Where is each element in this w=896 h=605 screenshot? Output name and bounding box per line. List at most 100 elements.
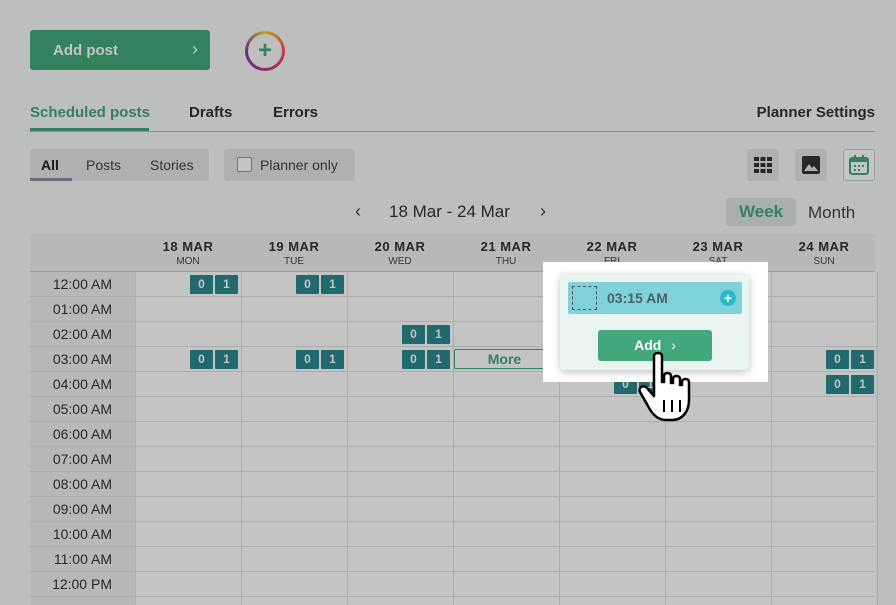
chevron-right-icon: ›	[671, 337, 676, 353]
day-header: 19 MAR TUE	[241, 234, 347, 272]
post-placeholder	[572, 286, 597, 310]
post-count-badge[interactable]: 01	[402, 350, 450, 369]
calendar-icon	[849, 155, 869, 175]
filter-all[interactable]: All	[41, 157, 59, 173]
badge-count-right: 1	[215, 275, 238, 294]
day-date: 21 MAR	[480, 239, 532, 254]
next-week-button[interactable]: ›	[540, 201, 546, 222]
time-label: 11:00 AM	[30, 547, 135, 572]
badge-count-left: 0	[190, 275, 213, 294]
badge-count-right: 1	[321, 350, 344, 369]
time-label: 09:00 AM	[30, 497, 135, 522]
add-account-button[interactable]: +	[245, 31, 285, 71]
day-header: 20 MAR WED	[347, 234, 453, 272]
badge-count-left: 0	[296, 275, 319, 294]
chevron-right-icon: ›	[192, 39, 198, 59]
plus-icon: +	[248, 34, 282, 68]
post-count-badge[interactable]: 01	[296, 275, 344, 294]
badge-count-right: 1	[851, 350, 874, 369]
time-label: 12:00 AM	[30, 272, 135, 297]
post-count-badge[interactable]: 01	[402, 325, 450, 344]
planner-only-toggle[interactable]: Planner only	[224, 149, 355, 181]
column-divider	[453, 272, 454, 605]
tab-scheduled-posts[interactable]: Scheduled posts	[30, 104, 150, 121]
image-icon	[802, 156, 820, 174]
filter-active-indicator	[30, 178, 72, 181]
badge-count-left: 0	[402, 350, 425, 369]
slot-time: 03:15 AM	[607, 290, 668, 306]
post-count-badge[interactable]: 01	[190, 275, 238, 294]
post-count-badge[interactable]: 01	[826, 375, 874, 394]
time-label: 12:00 PM	[30, 572, 135, 597]
plus-circle-icon[interactable]: +	[720, 290, 736, 306]
filter-posts[interactable]: Posts	[86, 157, 121, 173]
badge-count-right: 1	[215, 350, 238, 369]
time-label: 06:00 AM	[30, 422, 135, 447]
time-label: 08:00 AM	[30, 472, 135, 497]
day-header: 24 MAR SUN	[771, 234, 877, 272]
month-view-button[interactable]: Month	[808, 203, 855, 223]
time-label: 07:00 AM	[30, 447, 135, 472]
row-divider	[135, 446, 875, 447]
day-date: 23 MAR	[692, 239, 744, 254]
day-date: 18 MAR	[162, 239, 214, 254]
content-type-filter: All Posts Stories	[30, 149, 209, 181]
add-post-label: Add post	[53, 41, 118, 59]
date-range-label: 18 Mar - 24 Mar	[389, 202, 510, 221]
post-count-badge[interactable]: 01	[190, 350, 238, 369]
planner-only-checkbox[interactable]	[237, 157, 252, 172]
day-header: 18 MAR MON	[135, 234, 241, 272]
row-divider	[135, 496, 875, 497]
column-divider	[135, 272, 136, 605]
badge-count-right: 1	[427, 325, 450, 344]
day-date: 24 MAR	[798, 239, 850, 254]
day-of-week: WED	[388, 256, 412, 267]
row-divider	[135, 396, 875, 397]
post-count-badge[interactable]: 01	[826, 350, 874, 369]
badge-count-right: 1	[321, 275, 344, 294]
badge-count-left: 0	[190, 350, 213, 369]
tabs-divider	[30, 131, 875, 132]
badge-count-left: 0	[826, 375, 849, 394]
media-view-button[interactable]	[795, 149, 827, 181]
column-divider	[347, 272, 348, 605]
time-slot[interactable]: 03:15 AM +	[568, 282, 742, 314]
more-button[interactable]: More	[454, 349, 555, 369]
row-divider	[135, 471, 875, 472]
badge-count-left: 0	[402, 325, 425, 344]
tab-errors[interactable]: Errors	[273, 104, 318, 121]
week-view-button[interactable]: Week	[726, 198, 796, 226]
tab-drafts[interactable]: Drafts	[189, 104, 232, 121]
day-of-week: SUN	[813, 256, 835, 267]
filter-stories[interactable]: Stories	[150, 157, 194, 173]
time-label: 10:00 AM	[30, 522, 135, 547]
row-divider	[135, 421, 875, 422]
planner-settings-link[interactable]: Planner Settings	[757, 104, 875, 121]
grid-view-button[interactable]	[747, 149, 779, 181]
time-label: 03:00 AM	[30, 347, 135, 372]
grid-icon	[754, 157, 772, 173]
hand-cursor-icon	[638, 352, 691, 422]
row-divider	[135, 521, 875, 522]
prev-week-button[interactable]: ‹	[355, 201, 361, 222]
row-divider	[135, 571, 875, 572]
day-of-week: MON	[176, 256, 200, 267]
add-post-button[interactable]: Add post ›	[30, 30, 210, 70]
time-label: 02:00 AM	[30, 322, 135, 347]
column-divider	[771, 272, 772, 605]
calendar-view-button[interactable]	[843, 149, 875, 181]
planner-only-label: Planner only	[260, 157, 338, 173]
time-label: 04:00 AM	[30, 372, 135, 397]
badge-count-right: 1	[427, 350, 450, 369]
time-column: 12:00 AM 01:00 AM 02:00 AM 03:00 AM 04:00 AM…	[30, 272, 135, 605]
post-count-badge[interactable]: 01	[296, 350, 344, 369]
popup-add-label: Add	[634, 337, 662, 353]
day-date: 19 MAR	[268, 239, 320, 254]
badge-count-left: 0	[296, 350, 319, 369]
badge-count-right: 1	[851, 375, 874, 394]
day-date: 20 MAR	[374, 239, 426, 254]
row-divider	[135, 546, 875, 547]
badge-count-left: 0	[826, 350, 849, 369]
day-of-week: TUE	[284, 256, 304, 267]
column-divider	[877, 272, 878, 605]
